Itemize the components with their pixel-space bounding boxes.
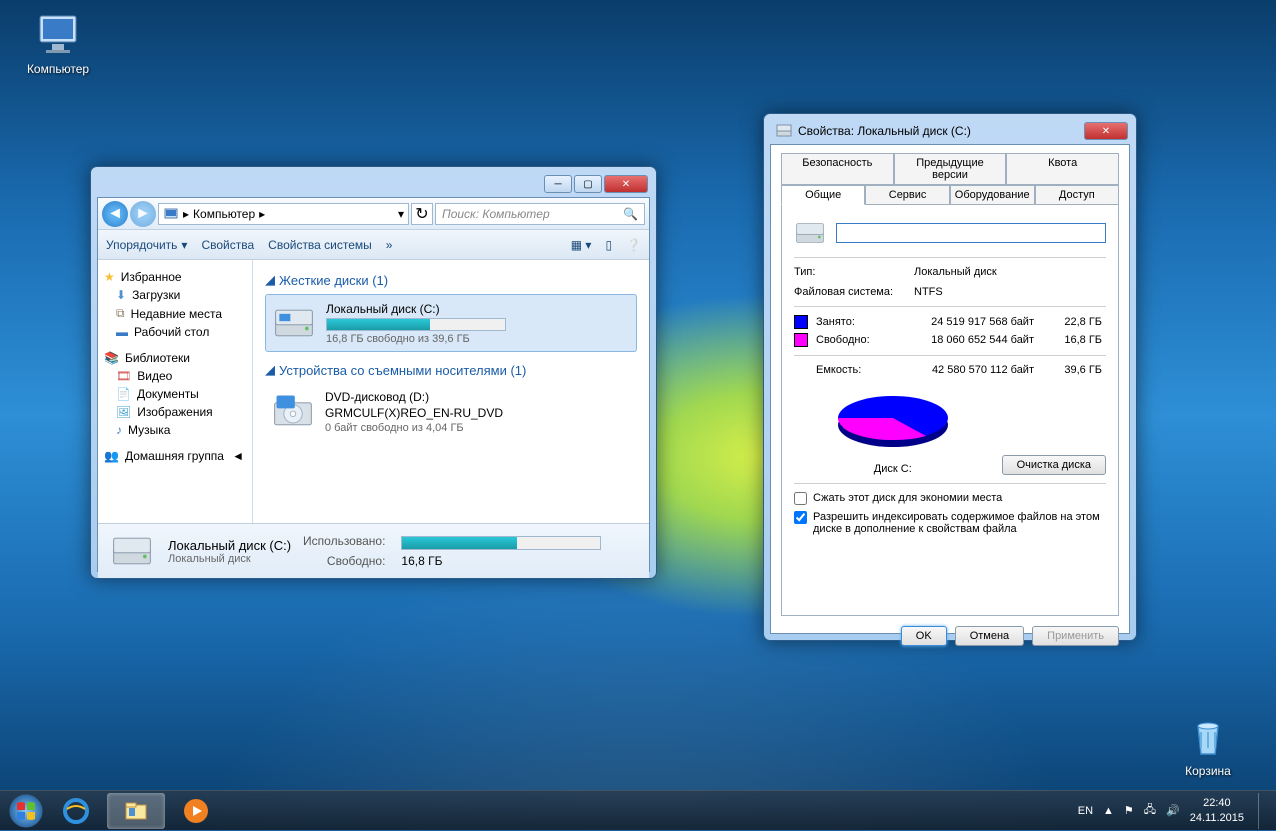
- explorer-window: ─ ▢ ✕ ◄ ► ▸ Компьютер ▸ ▾ ↻ Поиск: Компь…: [90, 166, 657, 579]
- cancel-button[interactable]: Отмена: [955, 626, 1024, 646]
- capacity-bytes: 42 580 570 112 байт: [894, 364, 1034, 376]
- preview-pane-button[interactable]: ▯: [605, 238, 612, 252]
- start-button[interactable]: [6, 791, 46, 831]
- free-bytes: 18 060 652 544 байт: [894, 334, 1034, 346]
- details-free-value: 16,8 ГБ: [401, 554, 601, 568]
- sidebar-homegroup[interactable]: 👥Домашняя группа◄: [98, 447, 252, 465]
- search-input[interactable]: Поиск: Компьютер 🔍: [435, 203, 645, 225]
- show-desktop-button[interactable]: [1258, 793, 1266, 829]
- desktop-icon-label: Корзина: [1185, 764, 1231, 778]
- tab-general[interactable]: Общие: [781, 185, 865, 205]
- desktop-icon-label: Компьютер: [27, 62, 89, 76]
- breadcrumb-segment[interactable]: Компьютер: [193, 207, 255, 221]
- taskbar: EN ▲ ⚑ 🖧 🔊 22:40 24.11.2015: [0, 790, 1276, 830]
- sidebar-item-videos[interactable]: 🎞Видео: [98, 367, 252, 385]
- desktop-icon-recycle[interactable]: Корзина: [1168, 712, 1248, 778]
- tab-prev-versions[interactable]: Предыдущие версии: [894, 153, 1007, 185]
- drive-name: Локальный диск (C:): [326, 302, 630, 316]
- disk-label: Диск C:: [794, 463, 992, 475]
- more-button[interactable]: »: [386, 238, 393, 252]
- drive-subtext: 0 байт свободно из 4,04 ГБ: [325, 422, 631, 434]
- tab-security[interactable]: Безопасность: [781, 153, 894, 185]
- apply-button[interactable]: Применить: [1032, 626, 1119, 646]
- group-hdd[interactable]: ◢Жесткие диски (1): [265, 272, 637, 288]
- details-type: Локальный диск: [168, 553, 291, 565]
- used-gb: 22,8 ГБ: [1042, 316, 1102, 328]
- dvd-icon: [271, 390, 315, 434]
- organize-menu[interactable]: Упорядочить ▾: [106, 238, 187, 252]
- maximize-button[interactable]: ▢: [574, 175, 602, 193]
- compress-checkbox[interactable]: Сжать этот диск для экономии места: [794, 492, 1106, 505]
- capacity-gb: 39,6 ГБ: [1042, 364, 1102, 376]
- tray-arrow-icon[interactable]: ▲: [1103, 805, 1114, 817]
- volume-label-input[interactable]: [836, 223, 1106, 243]
- tray-network-icon[interactable]: 🖧: [1144, 801, 1156, 820]
- tab-service[interactable]: Сервис: [865, 185, 949, 204]
- pie-chart-icon: [823, 390, 963, 450]
- details-title: Локальный диск (C:): [168, 538, 291, 553]
- hdd-icon: [272, 301, 316, 345]
- capacity-bar: [326, 318, 506, 331]
- window-title: Свойства: Локальный диск (C:): [798, 124, 971, 138]
- help-button[interactable]: ❔: [626, 238, 641, 252]
- sidebar-item-recent[interactable]: ⧉Недавние места: [98, 304, 252, 323]
- close-button[interactable]: ✕: [604, 175, 648, 193]
- drive-subtext: 16,8 ГБ свободно из 39,6 ГБ: [326, 333, 630, 345]
- drive-c[interactable]: Локальный диск (C:) 16,8 ГБ свободно из …: [265, 294, 637, 352]
- tray-lang[interactable]: EN: [1078, 805, 1093, 817]
- hdd-icon: [776, 123, 792, 139]
- index-checkbox[interactable]: Разрешить индексировать содержимое файло…: [794, 511, 1106, 535]
- taskbar-mediaplayer[interactable]: [167, 793, 225, 829]
- used-bytes: 24 519 917 568 байт: [894, 316, 1034, 328]
- view-menu[interactable]: ▦ ▾: [571, 238, 592, 252]
- close-button[interactable]: ✕: [1084, 122, 1128, 140]
- sidebar-item-documents[interactable]: 📄Документы: [98, 385, 252, 403]
- taskbar-ie[interactable]: [47, 793, 105, 829]
- details-pane: Локальный диск (C:) Локальный диск Испол…: [98, 523, 649, 578]
- sidebar-item-pictures[interactable]: 🖼Изображения: [98, 403, 252, 421]
- desktop-icon-computer[interactable]: Компьютер: [18, 10, 98, 76]
- main-pane: ◢Жесткие диски (1) Локальный диск (C:) 1…: [253, 260, 649, 523]
- breadcrumb[interactable]: ▸ Компьютер ▸ ▾: [158, 203, 409, 225]
- forward-button[interactable]: ►: [130, 201, 156, 227]
- refresh-button[interactable]: ↻: [411, 203, 433, 225]
- sidebar: ★Избранное ⬇Загрузки ⧉Недавние места ▬Ра…: [98, 260, 253, 523]
- cleanup-button[interactable]: Очистка диска: [1002, 455, 1106, 475]
- tab-hardware[interactable]: Оборудование: [950, 185, 1035, 204]
- sidebar-item-desktop[interactable]: ▬Рабочий стол: [98, 323, 252, 341]
- minimize-button[interactable]: ─: [544, 175, 572, 193]
- hdd-icon: [794, 217, 826, 249]
- free-color-icon: [794, 333, 808, 347]
- properties-window: Свойства: Локальный диск (C:) ✕ Безопасн…: [763, 113, 1137, 641]
- tray-volume-icon[interactable]: 🔊: [1166, 804, 1180, 817]
- free-gb: 16,8 ГБ: [1042, 334, 1102, 346]
- type-value: Локальный диск: [914, 266, 997, 278]
- tab-access[interactable]: Доступ: [1035, 185, 1119, 204]
- search-icon: 🔍: [623, 207, 638, 221]
- sidebar-item-music[interactable]: ♪Музыка: [98, 421, 252, 439]
- group-removable[interactable]: ◢Устройства со съемными носителями (1): [265, 362, 637, 378]
- fs-value: NTFS: [914, 286, 943, 298]
- back-button[interactable]: ◄: [102, 201, 128, 227]
- tray-clock[interactable]: 22:40 24.11.2015: [1190, 796, 1244, 825]
- properties-button[interactable]: Свойства: [201, 238, 254, 252]
- drive-label: GRMCULF(X)REO_EN-RU_DVD: [325, 406, 631, 420]
- drive-d[interactable]: DVD-дисковод (D:) GRMCULF(X)REO_EN-RU_DV…: [265, 384, 637, 440]
- tray-flag-icon[interactable]: ⚑: [1124, 804, 1134, 817]
- tab-quota[interactable]: Квота: [1006, 153, 1119, 185]
- taskbar-explorer[interactable]: [107, 793, 165, 829]
- sidebar-item-downloads[interactable]: ⬇Загрузки: [98, 286, 252, 304]
- sidebar-libraries[interactable]: 📚Библиотеки: [98, 349, 252, 367]
- system-properties-button[interactable]: Свойства системы: [268, 238, 372, 252]
- used-color-icon: [794, 315, 808, 329]
- sidebar-favorites[interactable]: ★Избранное: [98, 268, 252, 286]
- drive-name: DVD-дисковод (D:): [325, 390, 631, 404]
- hdd-icon: [108, 529, 156, 573]
- search-placeholder: Поиск: Компьютер: [442, 207, 550, 221]
- ok-button[interactable]: OK: [901, 626, 947, 646]
- capacity-bar: [401, 536, 601, 550]
